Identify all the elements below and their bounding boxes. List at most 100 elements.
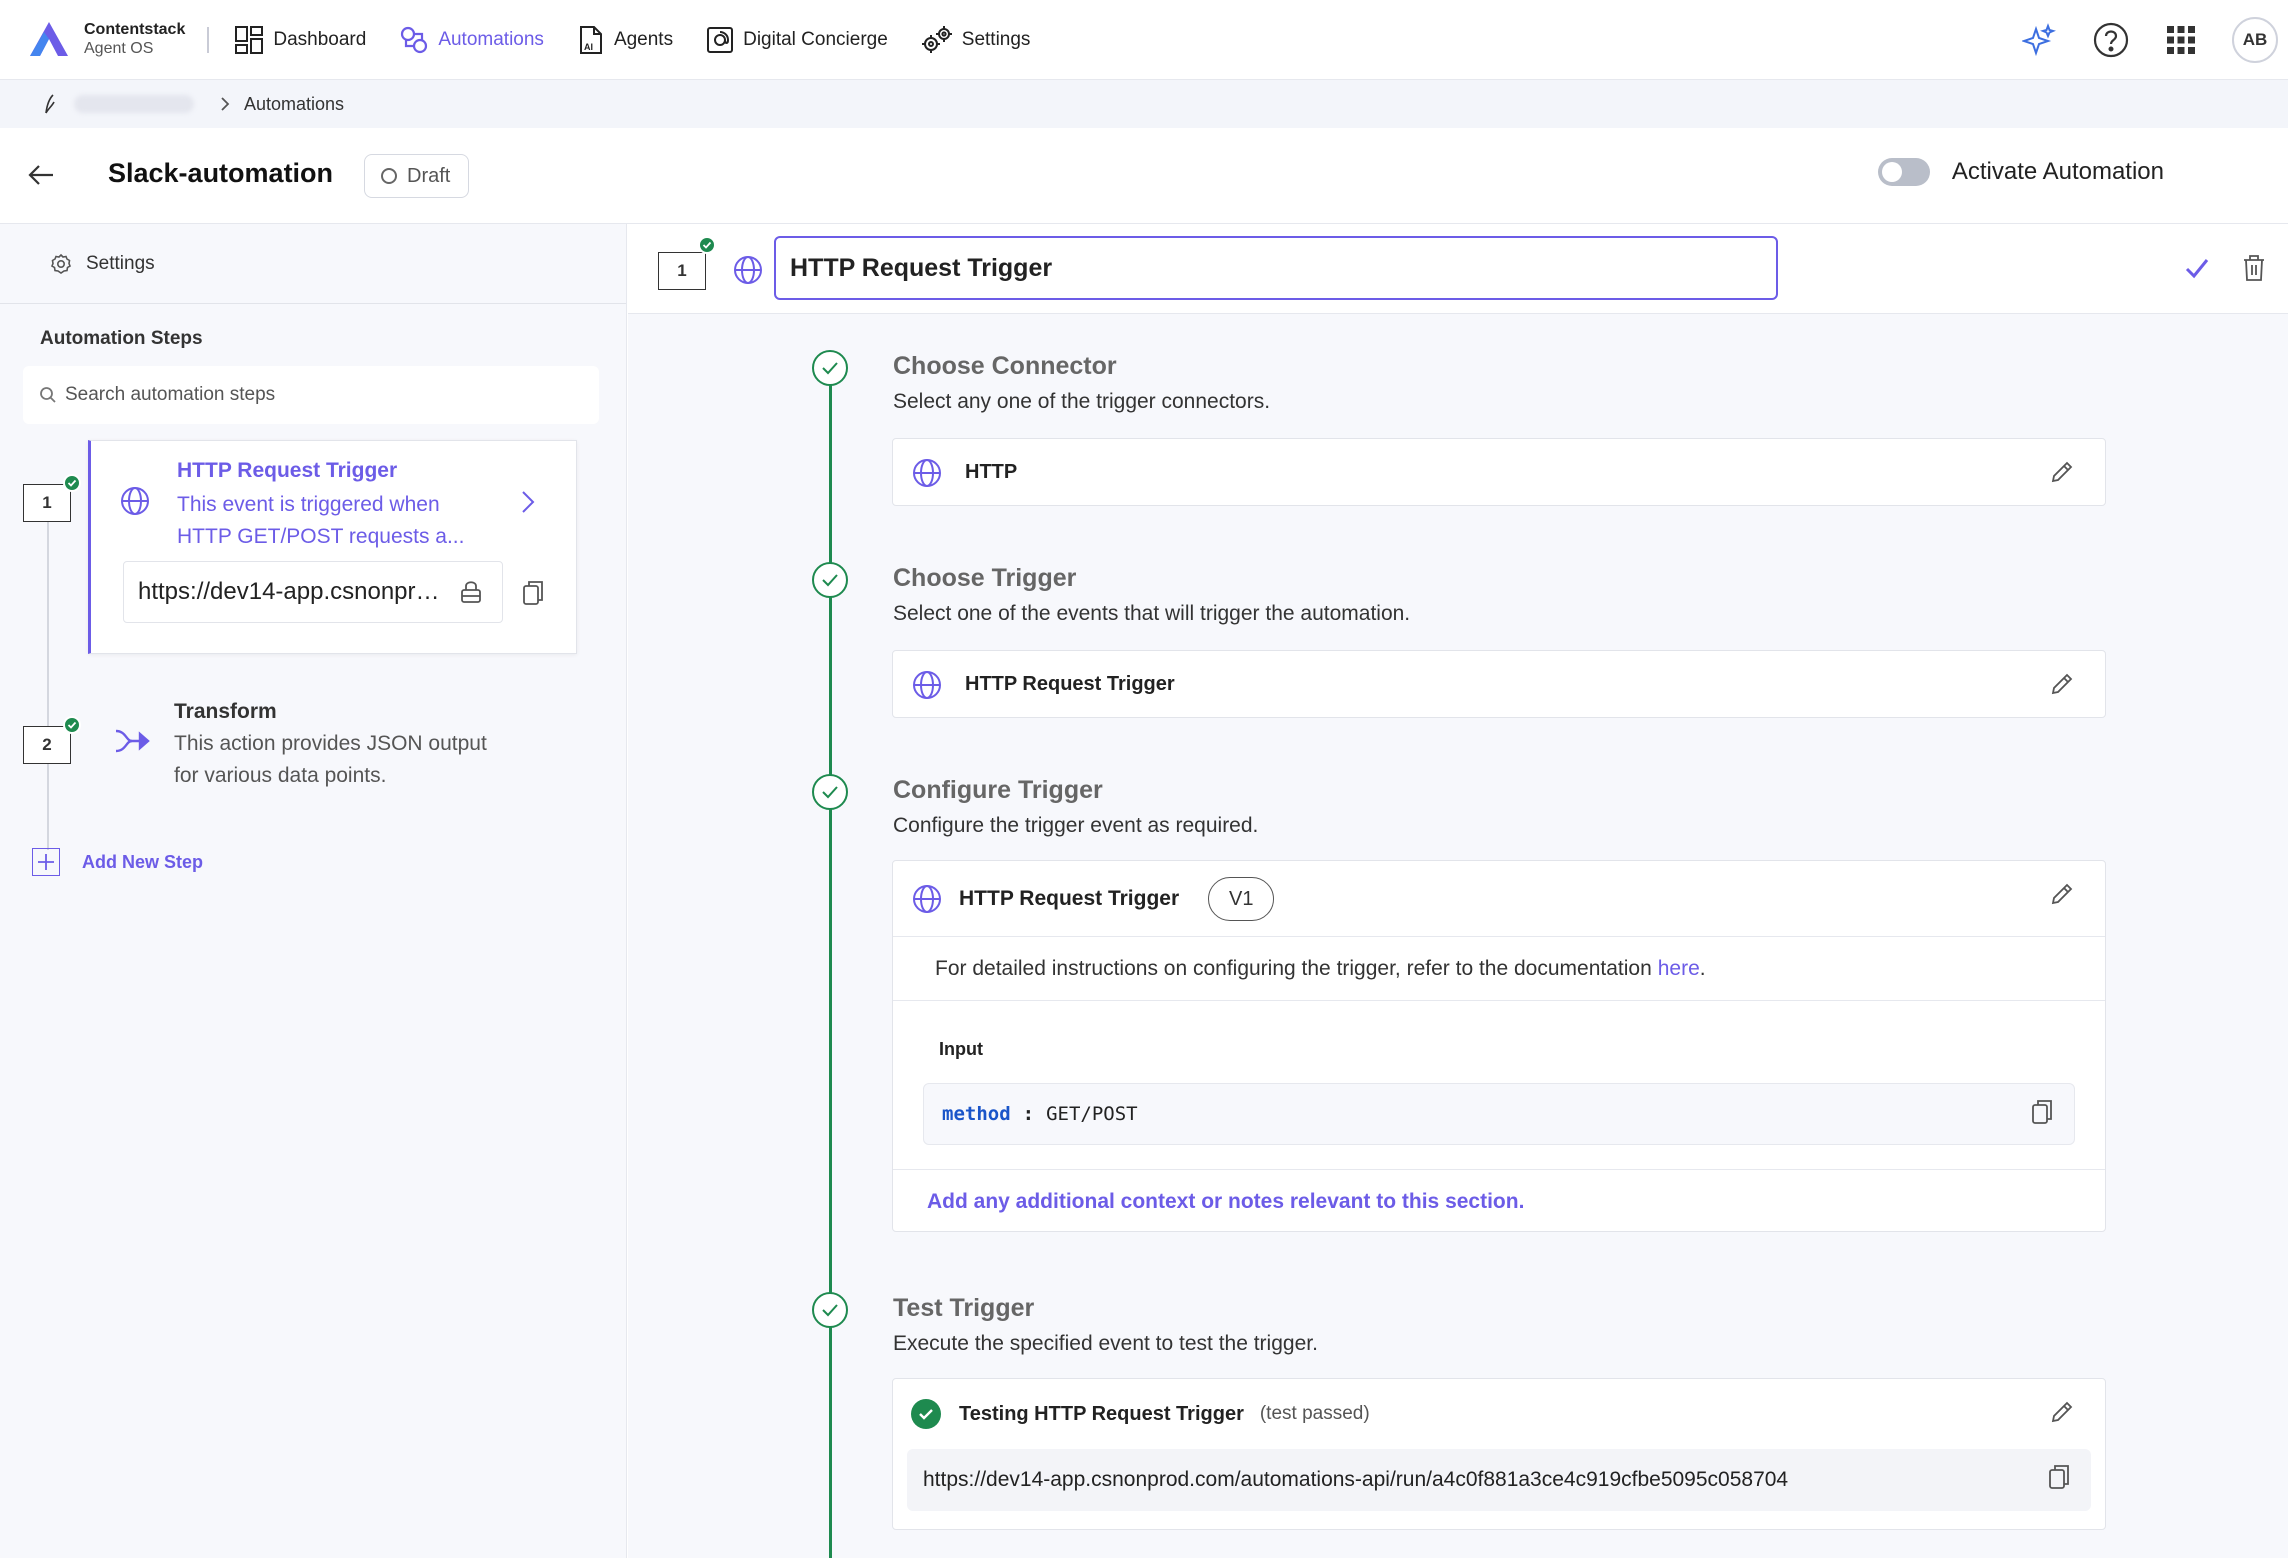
configure-done-icon <box>812 774 848 810</box>
transform-icon <box>115 729 150 753</box>
ai-sparkle-icon[interactable] <box>2022 23 2056 57</box>
test-result-title: Testing HTTP Request Trigger <box>959 1402 1244 1425</box>
trigger-value: HTTP Request Trigger <box>965 673 1175 695</box>
copy-icon[interactable] <box>521 579 545 607</box>
stack-icon[interactable] <box>40 93 60 115</box>
step-1-check-icon <box>63 474 81 492</box>
main-step-check-icon <box>698 236 716 254</box>
input-section-label: Input <box>939 1039 983 1059</box>
test-trigger-title: Test Trigger <box>893 1294 1035 1322</box>
selected-connector[interactable]: HTTP <box>892 438 2106 506</box>
page-header: Slack-automation Draft Activate Automati… <box>0 128 2288 224</box>
choose-trigger-description: Select one of the events that will trigg… <box>893 602 1411 625</box>
step-1-title: HTTP Request Trigger <box>177 459 398 482</box>
test-passed-icon <box>911 1399 941 1429</box>
pencil-icon[interactable] <box>2049 671 2075 697</box>
checkmark-icon[interactable] <box>2184 256 2210 280</box>
test-url-field[interactable]: https://dev14-app.csnonprod.com/automati… <box>907 1449 2091 1511</box>
copy-icon[interactable] <box>2047 1463 2071 1491</box>
globe-icon <box>913 671 941 699</box>
breadcrumb-stack-name[interactable] <box>74 95 194 113</box>
sidebar: Settings Automation Steps <box>0 224 627 1558</box>
configure-panel-title: HTTP Request Trigger <box>959 887 1180 910</box>
app-grid-icon[interactable] <box>2166 25 2196 55</box>
test-url-text: https://dev14-app.csnonprod.com/automati… <box>923 1468 1789 1491</box>
add-new-step-label: Add New Step <box>82 851 204 872</box>
activate-label: Activate Automation <box>1951 158 2164 185</box>
connector-done-icon <box>812 350 848 386</box>
toggle-knob <box>1881 162 1902 182</box>
input-value: GET/POST <box>1046 1103 1138 1125</box>
help-icon[interactable] <box>2092 21 2130 59</box>
breadcrumb: Automations <box>0 80 2288 128</box>
status-badge: Draft <box>364 154 470 198</box>
connector-value: HTTP <box>965 461 1018 483</box>
nav-digital-concierge[interactable]: Digital Concierge <box>705 0 888 80</box>
activate-toggle[interactable] <box>1877 158 1930 186</box>
back-arrow-icon[interactable] <box>26 160 56 190</box>
version-badge: V1 <box>1208 877 1275 921</box>
add-notes-link[interactable]: Add any additional context or notes rele… <box>893 1169 2105 1233</box>
step-name-input[interactable] <box>774 236 1778 300</box>
agents-icon: AI <box>579 25 602 54</box>
status-label: Draft <box>407 164 451 187</box>
automation-steps-title: Automation Steps <box>40 328 203 349</box>
trigger-done-icon <box>812 562 848 598</box>
nav-agents-label: Agents <box>613 28 674 50</box>
test-trigger-description: Execute the specified event to test the … <box>893 1332 1318 1355</box>
nav-digital-concierge-label: Digital Concierge <box>743 28 888 50</box>
configure-trigger-title: Configure Trigger <box>893 776 1103 804</box>
brand-divider <box>207 26 210 53</box>
sidebar-settings-label: Settings <box>86 252 155 274</box>
add-new-step-button[interactable]: Add New Step <box>32 848 203 876</box>
trash-icon[interactable] <box>2242 254 2266 282</box>
brand[interactable]: Contentstack Agent OS <box>26 20 185 60</box>
input-separator: : <box>1022 1103 1035 1125</box>
step-2-title[interactable]: Transform <box>174 700 277 724</box>
top-navigation: Contentstack Agent OS Dashboard Automati… <box>0 0 2288 80</box>
documentation-note: For detailed instructions on configuring… <box>893 937 2105 1001</box>
configure-trigger-description: Configure the trigger event as required. <box>893 814 1259 837</box>
step-detail-panel: 1 Choose Connector Select any one of the… <box>628 224 2288 1558</box>
search-icon <box>40 387 56 403</box>
configure-panel-header: HTTP Request Trigger V1 <box>893 861 2105 937</box>
step-1-number: 1 <box>23 484 71 522</box>
pencil-icon[interactable] <box>2049 881 2075 907</box>
webhook-url-field[interactable]: https://dev14-app.csnonprod.com/automati… <box>123 561 503 623</box>
step-search <box>23 366 599 424</box>
selected-trigger[interactable]: HTTP Request Trigger <box>892 650 2106 718</box>
search-steps-input[interactable] <box>65 384 585 406</box>
gears-icon <box>921 25 952 53</box>
breadcrumb-current[interactable]: Automations <box>244 94 344 115</box>
webhook-url-text: https://dev14-app.csnonprod.com/automati… <box>138 578 444 605</box>
sidebar-settings[interactable]: Settings <box>0 224 626 304</box>
choose-connector-title: Choose Connector <box>893 352 1117 380</box>
nav-automations[interactable]: Automations <box>398 0 544 80</box>
gear-icon <box>51 253 71 274</box>
steps-connector-line <box>47 510 49 850</box>
documentation-suffix: . <box>1699 956 1706 980</box>
step-card-http-trigger[interactable]: HTTP Request Trigger This event is trigg… <box>88 440 577 654</box>
user-avatar[interactable]: AB <box>2232 17 2278 63</box>
chevron-right-icon[interactable] <box>520 489 536 515</box>
pencil-icon[interactable] <box>2049 459 2075 485</box>
pencil-icon[interactable] <box>2049 1399 2075 1425</box>
lock-icon <box>461 581 481 603</box>
nav-dashboard-label: Dashboard <box>273 28 367 50</box>
documentation-link[interactable]: here <box>1658 957 1700 981</box>
globe-icon <box>913 459 941 487</box>
test-result-header: Testing HTTP Request Trigger (test passe… <box>911 1399 1370 1429</box>
concierge-icon <box>707 26 734 53</box>
progress-timeline <box>829 352 832 1558</box>
nav-automations-label: Automations <box>438 28 544 50</box>
nav-dashboard[interactable]: Dashboard <box>233 0 366 80</box>
nav-agents[interactable]: AI Agents <box>576 0 673 80</box>
step-2-description[interactable]: This action provides JSON output for var… <box>174 728 504 792</box>
configure-trigger-panel: HTTP Request Trigger V1 For detailed ins… <box>892 860 2106 1232</box>
test-trigger-panel: Testing HTTP Request Trigger (test passe… <box>892 1378 2106 1530</box>
contentstack-logo-icon <box>30 21 68 56</box>
nav-settings[interactable]: Settings <box>920 0 1030 80</box>
globe-icon <box>734 256 762 284</box>
copy-icon[interactable] <box>2030 1098 2054 1126</box>
draft-status-icon <box>381 168 397 184</box>
